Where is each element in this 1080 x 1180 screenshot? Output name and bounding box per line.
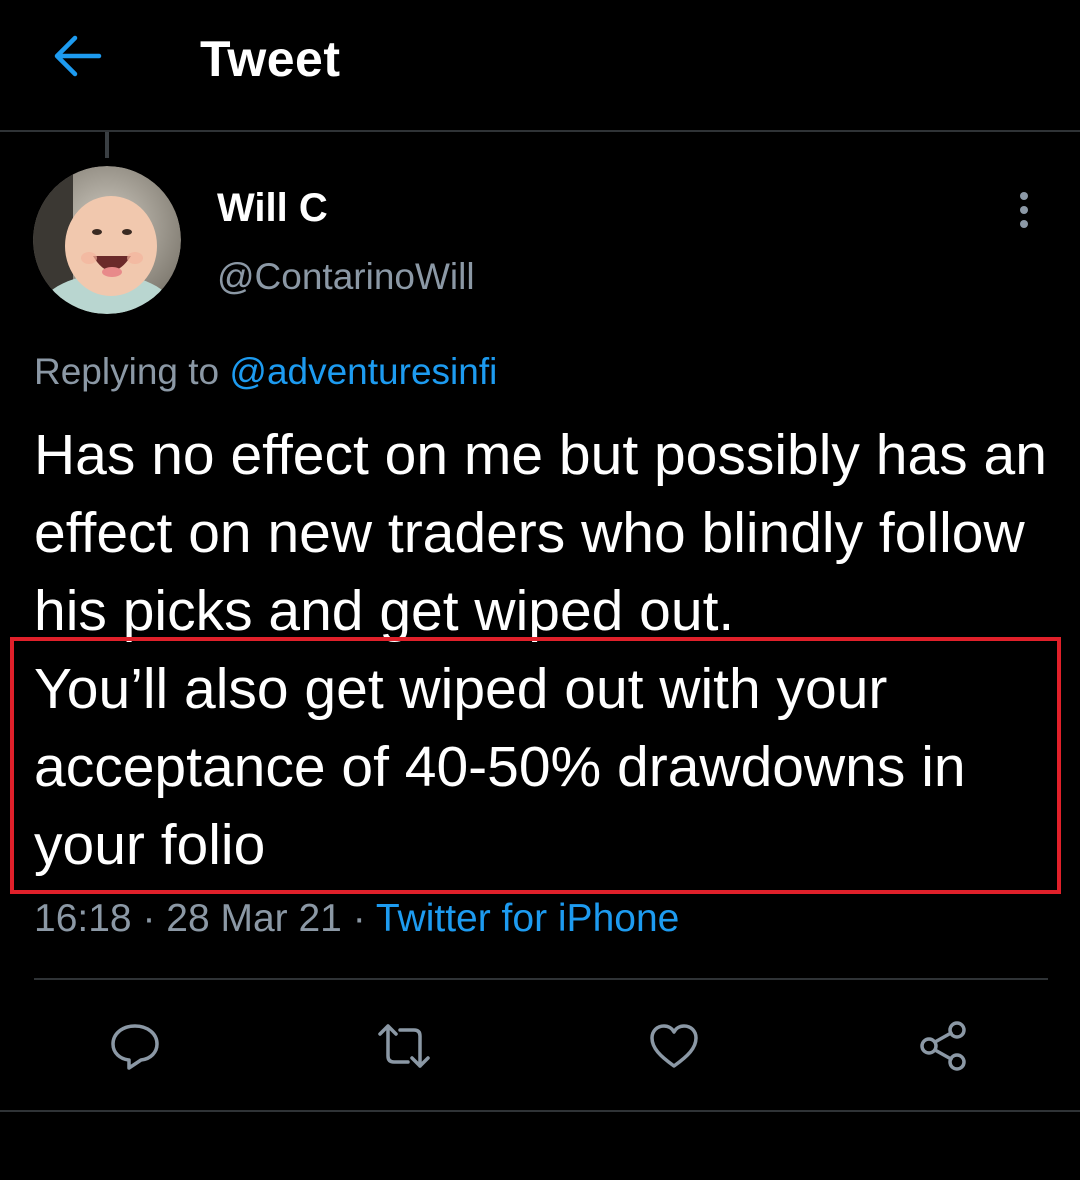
thread-connector-line: [105, 132, 109, 158]
more-vertical-icon: [1020, 192, 1028, 228]
reply-button[interactable]: [99, 1010, 171, 1082]
arrow-left-icon: [54, 35, 102, 77]
author-handle[interactable]: @ContarinoWill: [217, 256, 475, 298]
page-title: Tweet: [200, 31, 341, 87]
tweet-metadata: 16:18 · 28 Mar 21 · Twitter for iPhone: [34, 897, 679, 941]
avatar[interactable]: [33, 166, 181, 314]
retweet-icon: [378, 1024, 430, 1068]
tweet-source-link[interactable]: Twitter for iPhone: [376, 897, 679, 940]
top-app-bar: Tweet: [0, 0, 1080, 132]
divider: [34, 978, 1048, 980]
meta-separator: ·: [341, 897, 376, 940]
replying-to-mention-link[interactable]: @adventuresinfi: [229, 351, 497, 392]
author-display-name[interactable]: Will C: [217, 186, 328, 231]
tweet-text-part-1: Has no effect on me but possibly has an …: [34, 423, 1047, 643]
tweet-time: 16:18: [34, 897, 132, 940]
retweet-button[interactable]: [368, 1010, 440, 1082]
tweet-text-part-2: You’ll also get wiped out with your acce…: [34, 657, 966, 877]
avatar-photo: [33, 166, 181, 314]
heart-icon: [650, 1024, 698, 1068]
replying-to-line: Replying to @adventuresinfi: [34, 351, 497, 393]
share-button[interactable]: [907, 1010, 979, 1082]
back-button[interactable]: [46, 28, 110, 84]
meta-separator: ·: [131, 897, 167, 940]
tweet-date: 28 Mar 21: [166, 897, 342, 940]
tweet-body: Has no effect on me but possibly has an …: [34, 416, 1064, 884]
tweet-action-bar: [0, 1010, 1080, 1082]
share-icon: [920, 1021, 966, 1071]
replying-to-label: Replying to: [34, 351, 230, 392]
reply-icon: [111, 1024, 159, 1070]
like-button[interactable]: [638, 1010, 710, 1082]
more-options-button[interactable]: [1006, 188, 1042, 232]
divider: [0, 1110, 1080, 1112]
